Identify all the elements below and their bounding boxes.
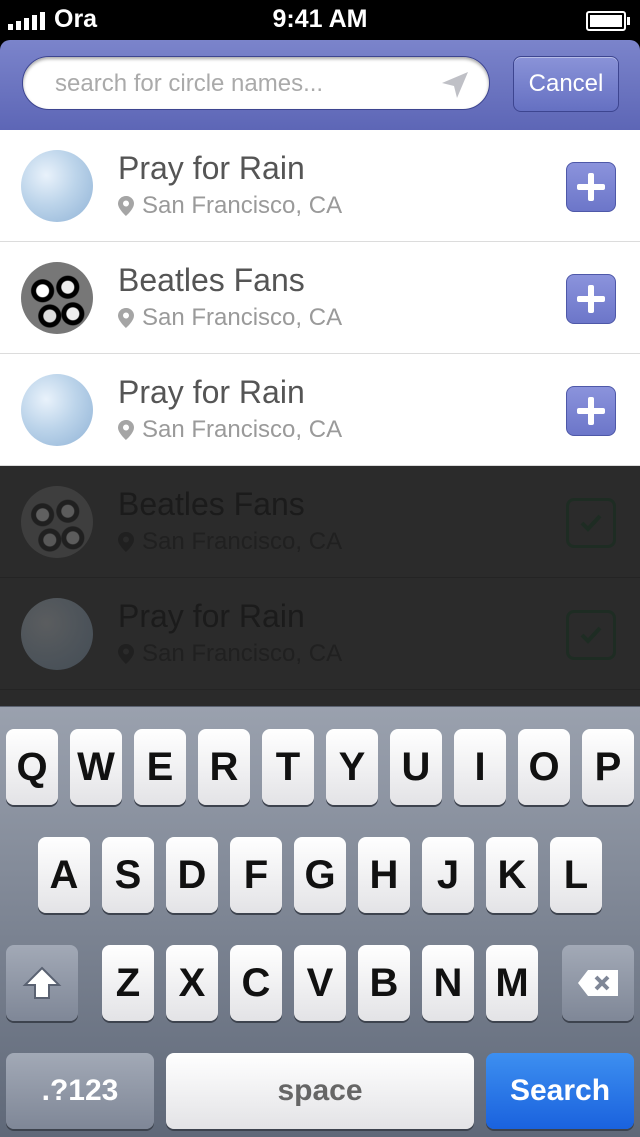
circle-avatar [21,486,93,558]
status-bar: Ora 9:41 AM [0,0,640,40]
keyboard: .?123 space Search QWERTYUIOP ASDFGHJKL ZX… [0,706,640,1137]
circle-row[interactable]: Pray for Rain San Francisco, CA [0,354,640,466]
circle-row[interactable]: Pray for Rain San Francisco, CA [0,130,640,242]
search-header: Cancel [0,40,640,130]
circle-location: San Francisco, CA [118,416,342,444]
circle-location: San Francisco, CA [118,640,342,668]
circle-name: Beatles Fans [118,486,305,522]
circle-avatar [21,150,93,222]
location-arrow-icon[interactable] [439,69,471,101]
circle-location-text: San Francisco, CA [142,640,343,667]
circle-row[interactable]: Pray for Rain San Francisco, CA [0,578,640,690]
checkmark-icon [580,514,602,532]
key-p[interactable]: P [582,729,634,805]
circle-location-text: San Francisco, CA [142,192,343,219]
key-g[interactable]: G [294,837,346,913]
circle-row[interactable]: Beatles Fans San Francisco, CA [0,466,640,578]
key-y[interactable]: Y [326,729,378,805]
circle-name: Pray for Rain [118,374,305,410]
plus-icon [577,397,605,425]
search-input[interactable] [53,65,437,103]
shift-key[interactable] [6,945,78,1021]
circle-name: Pray for Rain [118,150,305,186]
key-h[interactable]: H [358,837,410,913]
add-circle-button[interactable] [566,162,616,212]
circle-name: Pray for Rain [118,598,305,634]
circle-location-text: San Francisco, CA [142,304,343,331]
key-b[interactable]: B [358,945,410,1021]
circle-results-list: Pray for Rain San Francisco, CA Beatles … [0,130,640,706]
key-e[interactable]: E [134,729,186,805]
key-t[interactable]: T [262,729,314,805]
circle-name: Beatles Fans [118,262,305,298]
circle-location-text: San Francisco, CA [142,528,343,555]
key-w[interactable]: W [70,729,122,805]
key-a[interactable]: A [38,837,90,913]
location-pin-icon [118,420,134,440]
search-field[interactable] [22,56,490,110]
circle-row[interactable]: Beatles Fans San Francisco, CA [0,242,640,354]
circle-avatar [21,598,93,670]
circle-location: San Francisco, CA [118,304,342,332]
key-c[interactable]: C [230,945,282,1021]
cancel-button[interactable]: Cancel [513,56,619,112]
location-pin-icon [118,308,134,328]
key-i[interactable]: I [454,729,506,805]
space-key[interactable]: space [166,1053,474,1129]
key-u[interactable]: U [390,729,442,805]
delete-key[interactable] [562,945,634,1021]
joined-checkbox[interactable] [566,498,616,548]
numbers-key[interactable]: .?123 [6,1053,154,1129]
circle-location: San Francisco, CA [118,528,342,556]
circle-location: San Francisco, CA [118,192,342,220]
key-z[interactable]: Z [102,945,154,1021]
search-key[interactable]: Search [486,1053,634,1129]
key-m[interactable]: M [486,945,538,1021]
key-k[interactable]: K [486,837,538,913]
shift-arrow-icon [22,966,62,999]
circle-avatar [21,262,93,334]
checkmark-icon [580,626,602,644]
key-f[interactable]: F [230,837,282,913]
key-j[interactable]: J [422,837,474,913]
add-circle-button[interactable] [566,386,616,436]
backspace-icon [578,970,618,996]
key-l[interactable]: L [550,837,602,913]
key-n[interactable]: N [422,945,474,1021]
circle-location-text: San Francisco, CA [142,416,343,443]
battery-icon [586,11,630,31]
key-r[interactable]: R [198,729,250,805]
plus-icon [577,173,605,201]
location-pin-icon [118,532,134,552]
add-circle-button[interactable] [566,274,616,324]
location-pin-icon [118,196,134,216]
key-d[interactable]: D [166,837,218,913]
key-x[interactable]: X [166,945,218,1021]
circle-avatar [21,374,93,446]
plus-icon [577,285,605,313]
location-pin-icon [118,644,134,664]
key-s[interactable]: S [102,837,154,913]
key-o[interactable]: O [518,729,570,805]
status-time: 9:41 AM [272,5,368,33]
key-v[interactable]: V [294,945,346,1021]
key-q[interactable]: Q [6,729,58,805]
joined-checkbox[interactable] [566,610,616,660]
